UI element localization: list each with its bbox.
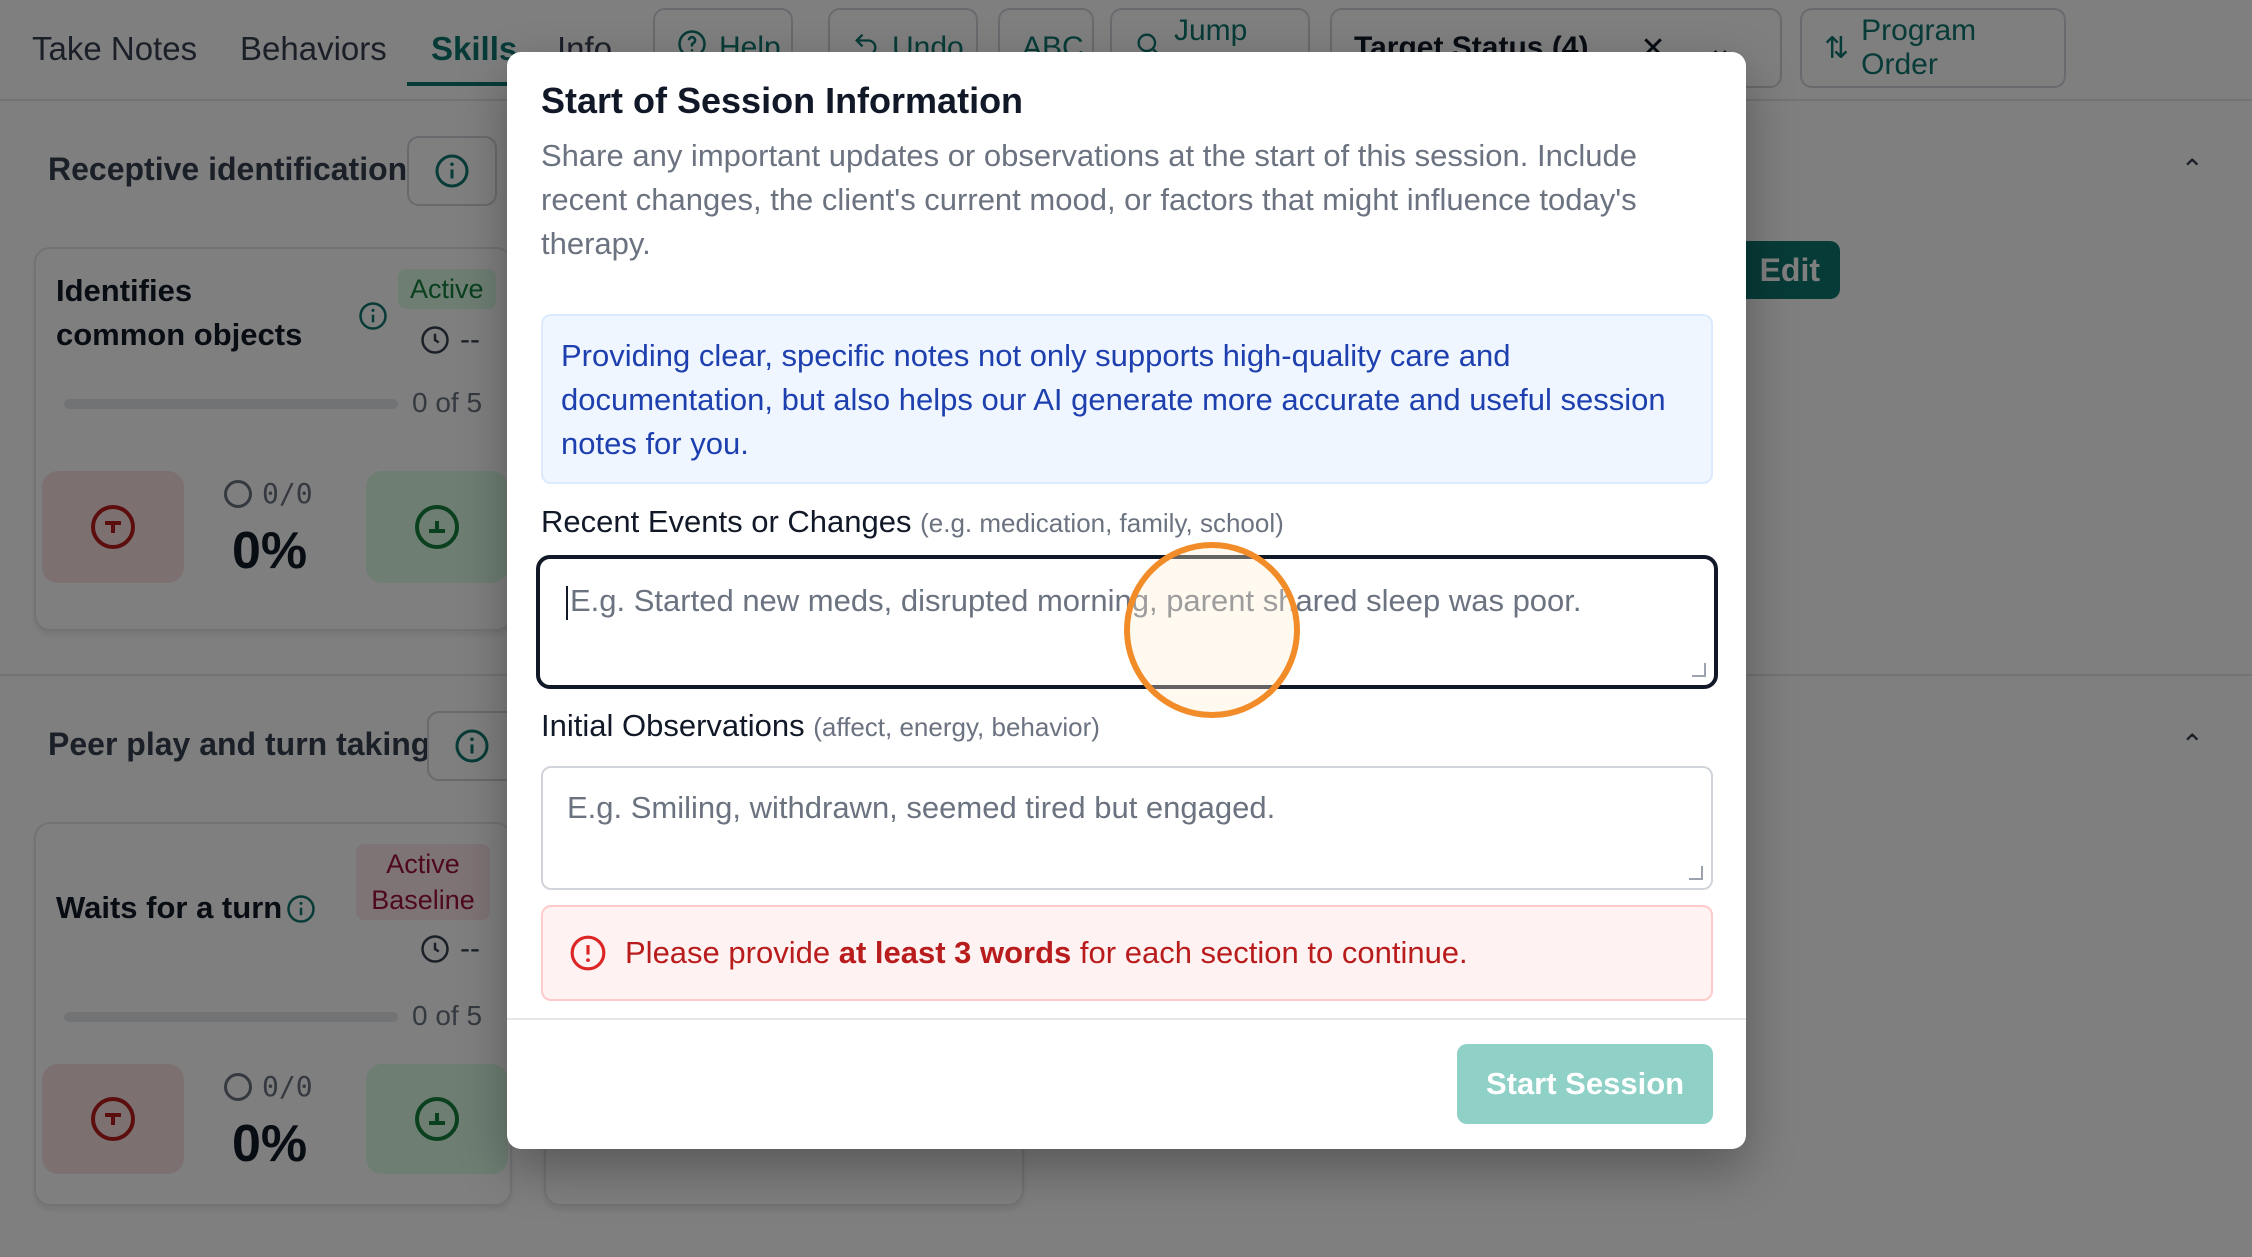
click-indicator: [1124, 542, 1300, 718]
recent-events-label-text: Recent Events or Changes: [541, 504, 912, 539]
alert-icon: [570, 935, 606, 971]
start-session-button[interactable]: Start Session: [1457, 1044, 1713, 1124]
error-emphasis: at least 3 words: [838, 935, 1072, 970]
validation-error: Please provide at least 3 words for each…: [541, 905, 1713, 1001]
resize-handle[interactable]: [1692, 663, 1706, 677]
error-suffix: for each section to continue.: [1079, 935, 1468, 970]
initial-observations-hint: (affect, energy, behavior): [813, 712, 1100, 742]
recent-events-placeholder: E.g. Started new meds, disrupted morning…: [570, 583, 1582, 618]
error-prefix: Please provide: [625, 935, 831, 970]
initial-observations-placeholder: E.g. Smiling, withdrawn, seemed tired bu…: [567, 790, 1276, 825]
error-message: Please provide at least 3 words for each…: [625, 935, 1468, 971]
resize-handle[interactable]: [1689, 866, 1703, 880]
text-caret: [566, 585, 568, 620]
initial-observations-textarea[interactable]: E.g. Smiling, withdrawn, seemed tired bu…: [541, 766, 1713, 890]
dialog-title: Start of Session Information: [541, 80, 1024, 121]
initial-observations-label-text: Initial Observations: [541, 708, 805, 743]
info-note: Providing clear, specific notes not only…: [541, 314, 1713, 484]
recent-events-hint: (e.g. medication, family, school): [920, 508, 1284, 538]
dialog-description: Share any important updates or observati…: [541, 138, 1637, 261]
start-session-dialog: Start of Session Information Share any i…: [507, 52, 1746, 1149]
footer-divider: [507, 1018, 1746, 1020]
initial-observations-label: Initial Observations (affect, energy, be…: [541, 708, 1100, 744]
recent-events-label: Recent Events or Changes (e.g. medicatio…: [541, 504, 1284, 540]
